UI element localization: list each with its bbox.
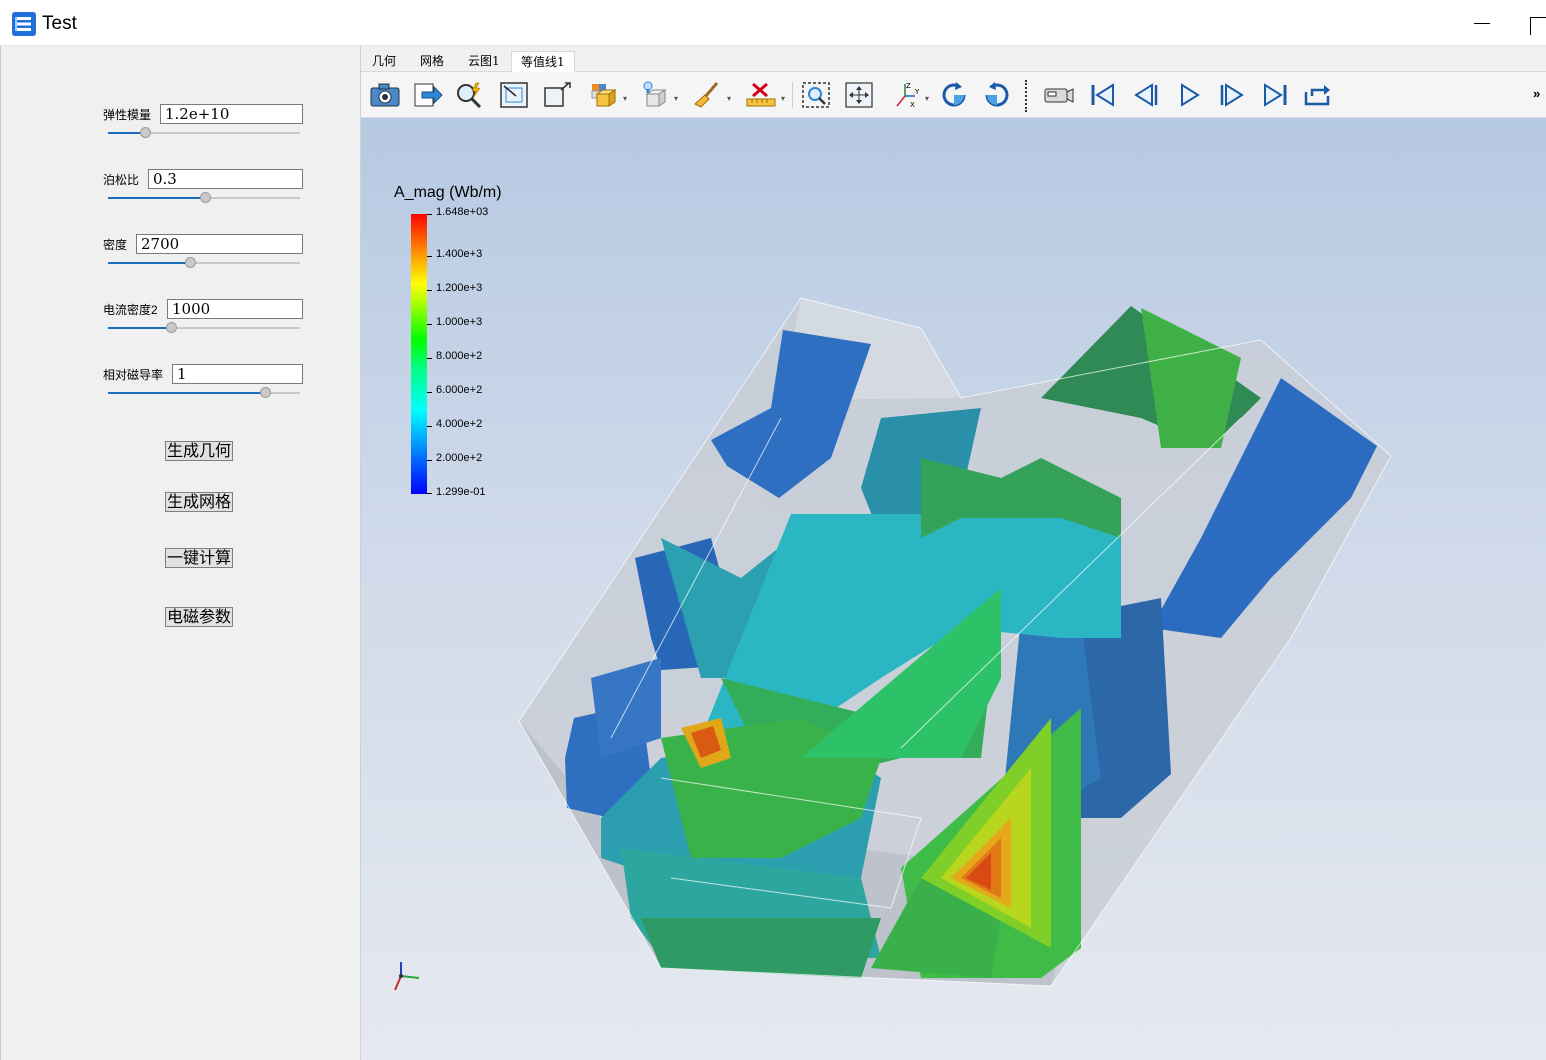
delete-ruler-icon[interactable] bbox=[745, 80, 777, 110]
contour-scene bbox=[518, 297, 1392, 987]
clear-brush-icon[interactable] bbox=[691, 80, 723, 110]
generate-mesh-button[interactable]: 生成网格 bbox=[165, 492, 234, 512]
ruler-dropdown-icon[interactable]: ▾ bbox=[781, 94, 785, 103]
box-view-icon[interactable] bbox=[541, 80, 573, 110]
color-map-icon[interactable] bbox=[589, 80, 621, 110]
colorbar-label: 2.000e+2 bbox=[436, 452, 483, 464]
clear-dropdown-icon[interactable]: ▾ bbox=[727, 94, 731, 103]
colorbar-title: A_mag (Wb/m) bbox=[394, 184, 502, 201]
color-map-dropdown-icon[interactable]: ▾ bbox=[623, 94, 627, 103]
tab-contour-map-1[interactable]: 云图1 bbox=[459, 51, 509, 72]
colorbar-label: 1.000e+3 bbox=[436, 316, 483, 328]
axes-dropdown-icon[interactable]: ▾ bbox=[925, 94, 929, 103]
poisson-ratio-input[interactable] bbox=[148, 169, 303, 189]
param-label-density: 密度 bbox=[103, 238, 128, 252]
surface-style-icon[interactable] bbox=[639, 80, 671, 110]
next-frame-icon[interactable] bbox=[1216, 80, 1248, 110]
play-icon[interactable] bbox=[1173, 80, 1205, 110]
app-stack-icon bbox=[12, 12, 36, 36]
current-density-slider[interactable] bbox=[108, 322, 300, 333]
elastic-modulus-slider[interactable] bbox=[108, 127, 300, 138]
title-bar: Test bbox=[0, 0, 1546, 46]
parameter-panel: 弹性模量 泊松比 密度 电流密度2 相对磁导率 生成几何 生成网格 一键计算 电… bbox=[0, 46, 361, 1060]
slider-thumb[interactable] bbox=[185, 257, 196, 268]
one-click-compute-button[interactable]: 一键计算 bbox=[165, 548, 234, 568]
toolbar-overflow-icon[interactable]: » bbox=[1533, 86, 1540, 101]
export-icon[interactable] bbox=[412, 80, 444, 110]
slider-thumb[interactable] bbox=[166, 322, 177, 333]
param-label-current-density: 电流密度2 bbox=[103, 303, 158, 317]
colorbar-label-max: 1.648e+03 bbox=[436, 206, 489, 218]
density-input[interactable] bbox=[136, 234, 303, 254]
colorbar-label-min: 1.299e-01 bbox=[436, 486, 486, 498]
window-title: Test bbox=[42, 13, 77, 34]
reset-view-icon[interactable] bbox=[498, 80, 530, 110]
em-parameters-button[interactable]: 电磁参数 bbox=[165, 607, 234, 627]
tab-isoline-1[interactable]: 等值线1 bbox=[511, 51, 575, 72]
generate-geometry-button[interactable]: 生成几何 bbox=[165, 441, 234, 461]
svg-text:X: X bbox=[910, 101, 915, 109]
svg-text:Z: Z bbox=[906, 82, 911, 90]
colorbar-label: 1.400e+3 bbox=[436, 248, 483, 260]
rotate-ccw-icon[interactable] bbox=[981, 80, 1013, 110]
axes-orientation-icon[interactable]: ZYX bbox=[893, 80, 925, 110]
tab-geometry[interactable]: 几何 bbox=[363, 51, 405, 72]
maximize-button[interactable] bbox=[1530, 17, 1546, 35]
slider-thumb[interactable] bbox=[200, 192, 211, 203]
colorbar-label: 4.000e+2 bbox=[436, 418, 483, 430]
param-label-elastic-modulus: 弹性模量 bbox=[103, 108, 152, 122]
slider-thumb[interactable] bbox=[140, 127, 151, 138]
density-slider[interactable] bbox=[108, 257, 300, 268]
colorbar-label: 6.000e+2 bbox=[436, 384, 483, 396]
view-tabs: 几何 网格 云图1 等值线1 bbox=[361, 49, 1546, 72]
render-viewport[interactable]: A_mag (Wb/m) 1.648e+03 1.400e+3 1.200e+3… bbox=[361, 118, 1546, 1060]
svg-text:Y: Y bbox=[914, 88, 920, 96]
colorbar-label: 1.200e+3 bbox=[436, 282, 483, 294]
tab-mesh[interactable]: 网格 bbox=[411, 51, 453, 72]
colorbar-label: 8.000e+2 bbox=[436, 350, 483, 362]
poisson-ratio-slider[interactable] bbox=[108, 192, 300, 203]
current-density-input[interactable] bbox=[167, 299, 303, 319]
camera-icon[interactable] bbox=[369, 80, 401, 110]
minimize-button[interactable] bbox=[1474, 23, 1490, 24]
last-frame-icon[interactable] bbox=[1259, 80, 1291, 110]
relative-permeability-input[interactable] bbox=[172, 364, 303, 384]
prev-frame-icon[interactable] bbox=[1130, 80, 1162, 110]
colorbar bbox=[411, 214, 427, 494]
axes-triad-icon bbox=[394, 962, 420, 991]
camera-record-icon[interactable] bbox=[1043, 80, 1075, 110]
relative-permeability-slider[interactable] bbox=[108, 387, 300, 398]
pan-icon[interactable] bbox=[843, 80, 875, 110]
param-label-poisson-ratio: 泊松比 bbox=[103, 173, 140, 187]
zoom-box-icon[interactable] bbox=[800, 80, 832, 110]
param-label-relative-permeability: 相对磁导率 bbox=[103, 368, 164, 382]
zoom-to-data-icon[interactable] bbox=[454, 80, 486, 110]
elastic-modulus-input[interactable] bbox=[160, 104, 303, 124]
rotate-cw-icon[interactable] bbox=[938, 80, 970, 110]
first-frame-icon[interactable] bbox=[1087, 80, 1119, 110]
surface-style-dropdown-icon[interactable]: ▾ bbox=[674, 94, 678, 103]
toolbar: ▾ ▾ ▾ ▾ ZYX ▾ » bbox=[361, 72, 1546, 118]
slider-thumb[interactable] bbox=[260, 387, 271, 398]
loop-icon[interactable] bbox=[1302, 80, 1334, 110]
